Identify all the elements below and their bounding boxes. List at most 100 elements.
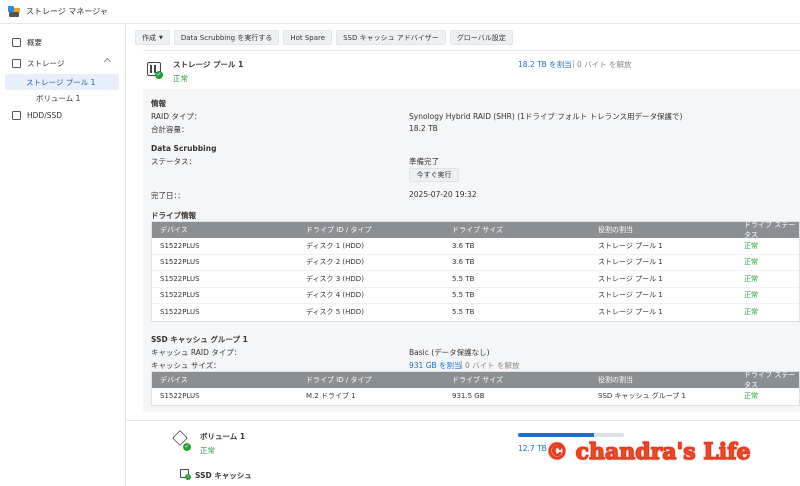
cell-device: S1522PLUS bbox=[160, 241, 200, 250]
overview-icon bbox=[12, 37, 21, 47]
table-row[interactable]: S1522PLUS ディスク 3 (HDD) 5.5 TB ストレージ プール … bbox=[152, 271, 799, 288]
cell-device: S1522PLUS bbox=[160, 258, 200, 267]
sidebar-item-overview[interactable]: 概要 bbox=[0, 34, 126, 50]
hot-spare-button[interactable]: Hot Spare bbox=[283, 30, 333, 45]
cell-drive-size: 5.5 TB bbox=[452, 274, 475, 283]
table-row[interactable]: S1522PLUS ディスク 1 (HDD) 3.6 TB ストレージ プール … bbox=[152, 238, 799, 255]
volume-usage-fill bbox=[518, 433, 595, 437]
cell-device: S1522PLUS bbox=[160, 274, 200, 283]
sidebar-item-label: ストレージ プール 1 bbox=[26, 77, 96, 87]
cell-status: 正常 bbox=[744, 241, 758, 250]
column-header[interactable]: ドライブ ID / タイプ bbox=[306, 225, 372, 235]
total-capacity-value: 18.2 TB bbox=[409, 124, 438, 133]
column-header[interactable]: ドライブ サイズ bbox=[452, 225, 503, 235]
hdd-icon bbox=[12, 110, 21, 120]
sidebar-item-label: 概要 bbox=[27, 37, 42, 47]
cell-status: 正常 bbox=[744, 291, 758, 300]
column-header[interactable]: ドライブ サイズ bbox=[452, 375, 503, 385]
cell-drive-size: 3.6 TB bbox=[452, 258, 475, 267]
cell-role: ストレージ プール 1 bbox=[598, 241, 663, 250]
column-header[interactable]: デバイス bbox=[160, 375, 188, 385]
ssd-cache-table: デバイス ドライブ ID / タイプ ドライブ サイズ 役割の割当 ドライブ ス… bbox=[151, 371, 800, 406]
raid-type-value: Synology Hybrid RAID (SHR) (1ドライブ フォルト ト… bbox=[409, 112, 683, 121]
separator: | bbox=[460, 360, 463, 369]
volume-usage-bar bbox=[518, 433, 624, 437]
create-label: 作成 bbox=[142, 33, 156, 42]
volume-status: 正常 bbox=[200, 446, 215, 455]
total-capacity-label: 合計容量： bbox=[151, 125, 189, 134]
sidebar-item-label: ボリューム 1 bbox=[36, 93, 81, 103]
completed-date-value: 2025-07-20 19:32 bbox=[409, 190, 477, 199]
allocated-link[interactable]: 18.2 TB を割当 bbox=[518, 59, 572, 70]
cache-size-label: キャッシュ サイズ： bbox=[151, 361, 221, 370]
chevron-up-icon[interactable] bbox=[103, 57, 112, 66]
table-row[interactable]: S1522PLUS ディスク 4 (HDD) 5.5 TB ストレージ プール … bbox=[152, 288, 799, 304]
cell-drive-size: 931.5 GB bbox=[452, 392, 485, 401]
cell-role: ストレージ プール 1 bbox=[598, 258, 663, 267]
ssd-cache-label: SSD キャッシュ bbox=[195, 471, 252, 480]
sidebar-item-storage[interactable]: ストレージ bbox=[0, 55, 126, 71]
toolbar: 作成 ▼ Data Scrubbing を実行する Hot Spare SSD … bbox=[135, 30, 513, 45]
storage-pool-name: ストレージ プール 1 bbox=[173, 60, 244, 69]
cell-status: 正常 bbox=[744, 392, 758, 401]
sidebar-item-storage-pool-1[interactable]: ストレージ プール 1 bbox=[5, 74, 119, 90]
sidebar-item-volume-1[interactable]: ボリューム 1 bbox=[0, 90, 126, 106]
cell-status: 正常 bbox=[744, 274, 758, 283]
sidebar-item-label: ストレージ bbox=[27, 58, 65, 68]
volume-usage-text[interactable]: 12.7 TB bbox=[518, 444, 547, 453]
drive-info-table: デバイス ドライブ ID / タイプ ドライブ サイズ 役割の割当 ドライブ ス… bbox=[151, 221, 800, 322]
watermark: © chandra's Life bbox=[545, 438, 751, 465]
cache-allocated-link[interactable]: 931 GB を割当 bbox=[409, 360, 462, 371]
column-header[interactable]: 役割の割当 bbox=[598, 375, 633, 385]
cell-role: SSD キャッシュ グループ 1 bbox=[598, 392, 686, 401]
run-now-button[interactable]: 今すぐ実行 bbox=[409, 168, 459, 182]
sidebar: 概要 ストレージ ストレージ プール 1 ボリューム 1 HDD/SSD bbox=[0, 25, 126, 486]
cell-role: ストレージ プール 1 bbox=[598, 308, 663, 317]
storage-pool-header[interactable]: ✓ ストレージ プール 1 正常 18.2 TB を割当 | 0 バイト を解放 bbox=[143, 51, 800, 89]
ssd-cache-group-header: SSD キャッシュ グループ 1 bbox=[151, 335, 248, 344]
storage-pool-status: 正常 bbox=[173, 74, 188, 83]
free-space-text: 0 バイト を解放 bbox=[577, 60, 632, 69]
global-settings-button[interactable]: グローバル設定 bbox=[449, 30, 513, 45]
column-header[interactable]: デバイス bbox=[160, 225, 188, 235]
caret-down-icon: ▼ bbox=[159, 34, 163, 41]
cell-device: S1522PLUS bbox=[160, 291, 200, 300]
cell-drive-id: M.2 ドライブ 1 bbox=[306, 392, 356, 401]
run-data-scrubbing-button[interactable]: Data Scrubbing を実行する bbox=[173, 30, 280, 45]
drive-info-header: ドライブ情報 bbox=[151, 211, 196, 220]
raid-type-label: RAID タイプ： bbox=[151, 112, 202, 121]
data-scrubbing-header: Data Scrubbing bbox=[151, 144, 217, 153]
column-header[interactable]: 役割の割当 bbox=[598, 225, 633, 235]
cell-role: ストレージ プール 1 bbox=[598, 274, 663, 283]
table-header: デバイス ドライブ ID / タイプ ドライブ サイズ 役割の割当 ドライブ ス… bbox=[152, 370, 799, 390]
table-row[interactable]: S1522PLUS ディスク 2 (HDD) 3.6 TB ストレージ プール … bbox=[152, 255, 799, 271]
window-title: ストレージ マネージャ bbox=[26, 7, 108, 16]
cell-drive-size: 5.5 TB bbox=[452, 291, 475, 300]
cache-raid-type-value: Basic (データ保護なし) bbox=[409, 348, 490, 357]
cache-raid-type-label: キャッシュ RAID タイプ： bbox=[151, 348, 242, 357]
window-titlebar: ストレージ マネージャ bbox=[0, 0, 800, 24]
column-header[interactable]: ドライブ ステータス bbox=[744, 220, 799, 240]
column-header[interactable]: ドライブ ステータス bbox=[744, 370, 799, 390]
cell-role: ストレージ プール 1 bbox=[598, 291, 663, 300]
volume-name: ボリューム 1 bbox=[200, 432, 246, 441]
info-header: 情報 bbox=[151, 99, 166, 108]
column-header[interactable]: ドライブ ID / タイプ bbox=[306, 375, 372, 385]
ssd-cache-advisor-button[interactable]: SSD キャッシュ アドバイザー bbox=[336, 30, 446, 45]
cell-device: S1522PLUS bbox=[160, 392, 200, 401]
cell-drive-size: 3.6 TB bbox=[452, 241, 475, 250]
storage-icon bbox=[12, 58, 21, 68]
cell-status: 正常 bbox=[744, 258, 758, 267]
completed-date-label: 完了日：： bbox=[151, 191, 185, 200]
separator: | bbox=[572, 59, 575, 68]
create-button[interactable]: 作成 ▼ bbox=[135, 30, 170, 45]
status-ok-icon: ✓ bbox=[185, 474, 191, 480]
cell-drive-id: ディスク 5 (HDD) bbox=[306, 308, 364, 317]
table-header: デバイス ドライブ ID / タイプ ドライブ サイズ 役割の割当 ドライブ ス… bbox=[152, 220, 799, 240]
cache-free-text: 0 バイト を解放 bbox=[465, 361, 520, 370]
table-row[interactable]: S1522PLUS ディスク 5 (HDD) 5.5 TB ストレージ プール … bbox=[152, 304, 799, 321]
cell-status: 正常 bbox=[744, 308, 758, 317]
table-row[interactable]: S1522PLUS M.2 ドライブ 1 931.5 GB SSD キャッシュ … bbox=[152, 388, 799, 405]
cell-drive-id: ディスク 1 (HDD) bbox=[306, 241, 364, 250]
sidebar-item-hdd-ssd[interactable]: HDD/SSD bbox=[0, 107, 126, 123]
